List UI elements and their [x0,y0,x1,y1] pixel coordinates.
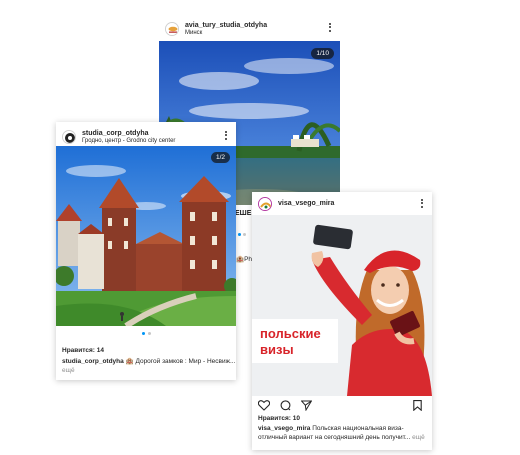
comment-icon[interactable] [280,398,291,416]
caption-username[interactable]: studia_corp_otdyha [62,358,124,365]
peek-dots [238,233,246,236]
post-image-visa[interactable]: польские визы [252,215,432,396]
post-image-castle[interactable] [56,146,236,326]
post-username[interactable]: visa_vsego_mira [278,200,334,208]
avatar[interactable] [62,130,76,144]
caption-username[interactable]: visa_vsego_mira [258,425,310,432]
post-location[interactable]: Минск [185,30,267,37]
post-caption: studia_corp_otdyha 🏨 Дорогой замков : Ми… [62,357,235,365]
post-username[interactable]: studia_corp_otdyha [82,130,175,138]
post-caption-line2: отличный вариант на сегодняшний день пол… [258,434,425,441]
bookmark-icon[interactable] [413,398,422,416]
post-username[interactable]: avia_tury_studia_otdyha [185,22,267,30]
more-link[interactable]: ещё [412,434,425,441]
more-options-icon[interactable] [329,23,332,33]
post-card-corp: studia_corp_otdyha Гродно, центр - Grodn… [56,122,236,380]
caption-text: 🏨 Дорогой замков : Мир - Несвиж... [125,358,236,365]
post-header: visa_vsego_mira [252,192,432,216]
carousel-dots [142,332,151,335]
post-location[interactable]: Гродно, центр - Grodno city center [82,138,175,145]
avatar[interactable] [165,22,179,36]
caption-text-line2: отличный вариант на сегодняшний день пол… [258,434,411,441]
caption-text: Польская национальная виза- [312,425,404,432]
more-link[interactable]: ещё [62,367,75,374]
more-options-icon[interactable] [421,199,424,209]
avatar[interactable] [258,197,272,211]
visa-overlay-text: польские визы [260,326,321,357]
peek-text-mid: 🏨Ph [236,256,253,263]
peek-text-top: ЕШЕ [235,210,252,217]
slide-counter: 1/10 [311,48,334,59]
post-caption: visa_vsego_mira Польская национальная ви… [258,425,404,432]
more-options-icon[interactable] [225,131,228,141]
like-heart-icon[interactable] [257,398,271,416]
likes-count[interactable]: Нравится: 14 [62,347,104,354]
post-card-visa: visa_vsego_mira польские визы Нравится: … [252,192,432,450]
post-header: avia_tury_studia_otdyha Минск [159,14,340,44]
likes-count[interactable]: Нравится: 10 [258,415,300,422]
slide-counter: 1/2 [210,152,230,163]
share-icon[interactable] [300,398,313,416]
post-actions [257,398,313,416]
